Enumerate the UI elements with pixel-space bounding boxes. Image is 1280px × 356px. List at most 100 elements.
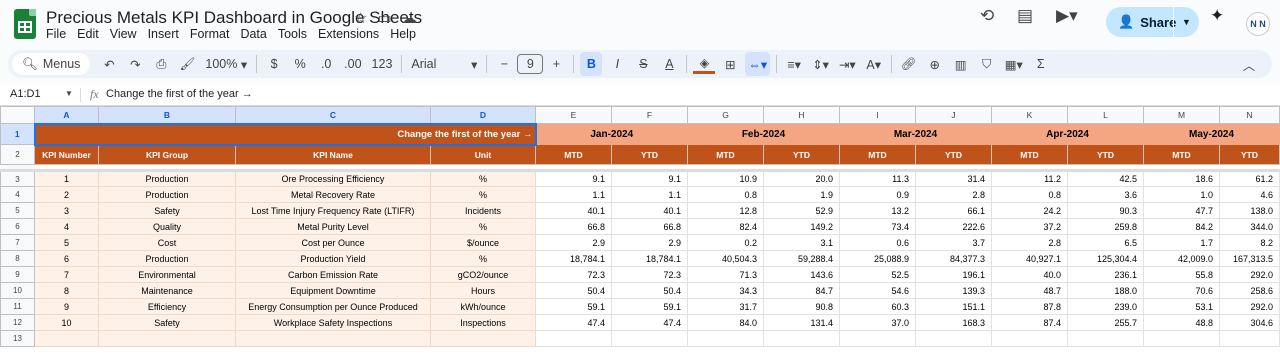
kpi-number-cell[interactable]: 2 [34,186,99,203]
mtd-value-cell[interactable]: 54.6 [839,282,916,299]
borders-icon[interactable]: ⊞ [719,52,741,76]
menu-insert[interactable]: Insert [148,27,179,41]
kpi-group-cell[interactable]: Safety [98,314,236,331]
history-icon[interactable]: ⟲ [980,6,994,26]
mtd-value-cell[interactable]: 37.0 [839,314,916,331]
row-header[interactable]: 10 [0,282,35,299]
kpi-group-cell[interactable]: Safety [98,202,236,219]
sheets-logo-icon[interactable] [14,9,36,39]
unit-cell[interactable]: Hours [430,282,536,299]
ytd-value-cell[interactable]: 292.0 [1219,298,1280,315]
mtd-value-cell[interactable]: 18.6 [1143,170,1220,187]
mtd-value-cell[interactable]: 0.2 [687,234,764,251]
ytd-value-cell[interactable]: 2.8 [915,186,992,203]
row-header[interactable]: 1 [0,123,35,145]
kpi-group-cell[interactable]: Production [98,250,236,267]
decrease-font-size-icon[interactable]: − [493,52,515,76]
kpi-name-cell[interactable]: Metal Purity Level [235,218,431,235]
empty-cell[interactable] [535,330,612,347]
kpi-name-cell[interactable]: Workplace Safety Inspections [235,314,431,331]
ytd-header-cell[interactable]: YTD [915,144,992,165]
mtd-value-cell[interactable]: 10.9 [687,170,764,187]
empty-cell[interactable] [1143,330,1220,347]
row-header[interactable]: 11 [0,298,35,315]
ytd-value-cell[interactable]: 168.3 [915,314,992,331]
kpi-name-cell[interactable]: Ore Processing Efficiency [235,170,431,187]
bold-button[interactable]: B [580,52,603,76]
kpi-number-cell[interactable]: 3 [34,202,99,219]
mtd-value-cell[interactable]: 73.4 [839,218,916,235]
ytd-value-cell[interactable]: 3.6 [1067,186,1144,203]
ytd-value-cell[interactable]: 1.9 [763,186,840,203]
filter-icon[interactable]: ⛉ [976,52,998,76]
cloud-status-icon[interactable]: ☁ [402,9,417,27]
insert-comment-icon[interactable]: ⊕ [924,52,946,76]
mtd-value-cell[interactable]: 48.8 [1143,314,1220,331]
mtd-value-cell[interactable]: 0.8 [687,186,764,203]
mtd-value-cell[interactable]: 84.2 [1143,218,1220,235]
unit-cell[interactable]: gCO2/ounce [430,266,536,283]
mtd-value-cell[interactable]: 34.3 [687,282,764,299]
kpi-group-cell[interactable]: Production [98,170,236,187]
mtd-value-cell[interactable]: 0.6 [839,234,916,251]
column-title-cell[interactable]: KPI Number [34,144,99,165]
ytd-value-cell[interactable]: 90.8 [763,298,840,315]
unit-cell[interactable]: Inspections [430,314,536,331]
column-header-i[interactable]: I [839,106,916,124]
ytd-value-cell[interactable]: 72.3 [611,266,688,283]
text-rotation-icon[interactable]: A▾ [863,52,885,76]
kpi-name-cell[interactable]: Metal Recovery Rate [235,186,431,203]
ytd-value-cell[interactable]: 143.6 [763,266,840,283]
ytd-value-cell[interactable]: 222.6 [915,218,992,235]
ytd-value-cell[interactable]: 59,288.4 [763,250,840,267]
currency-format-button[interactable]: $ [263,52,285,76]
ytd-value-cell[interactable]: 4.6 [1219,186,1280,203]
fill-color-icon[interactable]: ◈ [693,54,716,74]
row-header[interactable]: 8 [0,250,35,267]
ytd-value-cell[interactable]: 2.9 [611,234,688,251]
mtd-value-cell[interactable]: 40,927.1 [991,250,1068,267]
mtd-value-cell[interactable]: 55.8 [1143,266,1220,283]
column-header-m[interactable]: M [1143,106,1220,124]
mtd-value-cell[interactable]: 47.4 [535,314,612,331]
mtd-value-cell[interactable]: 40.0 [991,266,1068,283]
ytd-value-cell[interactable]: 52.9 [763,202,840,219]
ytd-value-cell[interactable]: 292.0 [1219,266,1280,283]
mtd-value-cell[interactable]: 0.9 [839,186,916,203]
kpi-group-cell[interactable]: Production [98,186,236,203]
ytd-value-cell[interactable]: 3.1 [763,234,840,251]
more-formats-button[interactable]: 123 [369,52,396,76]
horizontal-align-icon[interactable]: ≡▾ [783,52,805,76]
name-box[interactable]: A1:D1 [10,88,41,100]
row-header[interactable]: 12 [0,314,35,331]
column-header-d[interactable]: D [430,106,536,124]
increase-decimal-button[interactable]: .00 [341,52,364,76]
mtd-value-cell[interactable]: 11.2 [991,170,1068,187]
ytd-value-cell[interactable]: 304.6 [1219,314,1280,331]
month-header-cell[interactable]: May-2024 [1143,123,1280,145]
ytd-header-cell[interactable]: YTD [1067,144,1144,165]
mtd-header-cell[interactable]: MTD [991,144,1068,165]
row-header[interactable]: 6 [0,218,35,235]
insert-chart-icon[interactable]: ▥ [950,52,972,76]
kpi-name-cell[interactable]: Equipment Downtime [235,282,431,299]
text-wrapping-icon[interactable]: ⇥▾ [836,52,859,76]
mtd-value-cell[interactable]: 47.7 [1143,202,1220,219]
ytd-value-cell[interactable]: 125,304.4 [1067,250,1144,267]
comments-icon[interactable]: ▤ [1017,6,1033,26]
ytd-value-cell[interactable]: 40.1 [611,202,688,219]
ytd-value-cell[interactable]: 1.1 [611,186,688,203]
percent-format-button[interactable]: % [289,52,311,76]
mtd-value-cell[interactable]: 11.3 [839,170,916,187]
mtd-value-cell[interactable]: 2.8 [991,234,1068,251]
print-icon[interactable]: ⎙ [150,52,172,76]
ytd-header-cell[interactable]: YTD [763,144,840,165]
mtd-value-cell[interactable]: 37.2 [991,218,1068,235]
mtd-value-cell[interactable]: 0.8 [991,186,1068,203]
mtd-value-cell[interactable]: 40,504.3 [687,250,764,267]
row-header[interactable]: 13 [0,330,35,347]
meet-icon[interactable]: ▶︎▾ [1056,6,1078,26]
mtd-value-cell[interactable]: 24.2 [991,202,1068,219]
unit-cell[interactable]: % [430,250,536,267]
select-all-corner[interactable] [0,106,35,124]
